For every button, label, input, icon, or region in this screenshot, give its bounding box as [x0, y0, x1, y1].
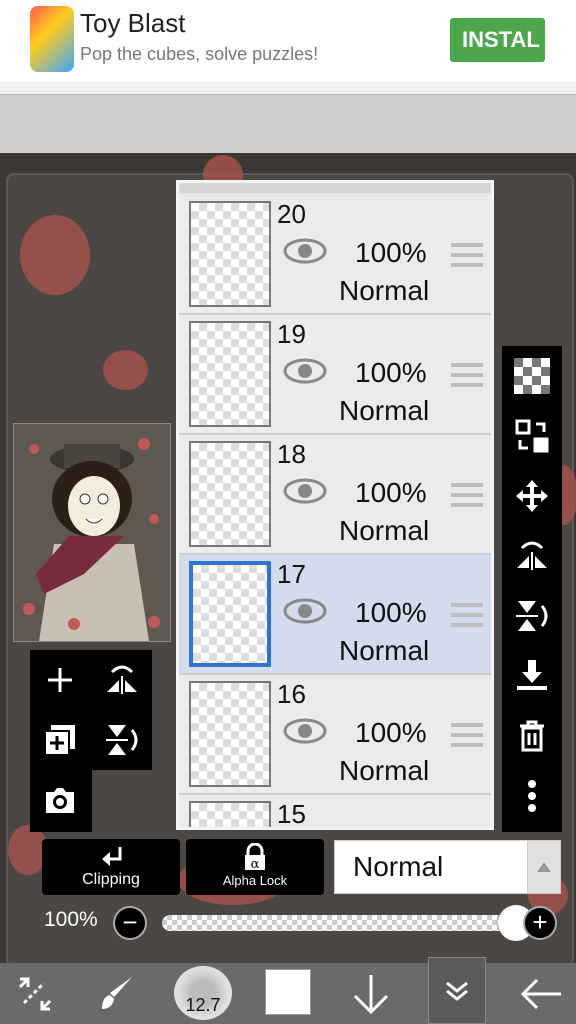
layer-thumbnail[interactable]: [189, 561, 271, 667]
layers-panel[interactable]: 20 100% Normal 19 100% Normal 18 100% No…: [176, 180, 494, 830]
flip-icon[interactable]: [92, 650, 152, 710]
decor-figure: [20, 215, 90, 295]
layer-row[interactable]: 15: [179, 795, 491, 829]
flip-vertical-icon[interactable]: [502, 586, 562, 646]
preview-drawing: [14, 424, 170, 641]
layer-blend-mode: Normal: [339, 275, 430, 306]
alpha-lock-button[interactable]: α Alpha Lock: [186, 839, 324, 895]
layer-number: 15: [277, 799, 306, 829]
decor-figure: [103, 350, 148, 390]
drag-handle-icon[interactable]: [451, 243, 483, 267]
back-icon[interactable]: [508, 963, 574, 1024]
visibility-eye-icon[interactable]: [283, 597, 327, 625]
layer-row[interactable]: 20 100% Normal: [179, 195, 491, 315]
color-swatch[interactable]: [265, 969, 311, 1015]
layer-thumbnail[interactable]: [189, 801, 271, 827]
svg-text:α: α: [251, 857, 260, 871]
layer-thumbnail[interactable]: [189, 441, 271, 547]
clipping-label: Clipping: [82, 871, 140, 888]
drag-handle-icon[interactable]: [451, 723, 483, 747]
collapse-button[interactable]: [428, 957, 486, 1024]
layer-swap-icon[interactable]: [502, 406, 562, 466]
clipping-arrow-icon: [102, 847, 122, 866]
canvas-preview[interactable]: [13, 423, 171, 642]
add-layer-icon[interactable]: [30, 650, 90, 710]
visibility-eye-icon[interactable]: [283, 717, 327, 745]
move-icon[interactable]: [502, 466, 562, 526]
clipping-button[interactable]: Clipping: [42, 839, 180, 895]
opacity-slider[interactable]: [162, 905, 534, 941]
app-icon[interactable]: [30, 6, 74, 72]
blend-mode-dropdown-button[interactable]: [527, 840, 561, 894]
ad-subtitle: Pop the cubes, solve puzzles!: [80, 44, 319, 64]
left-toolbar: [30, 650, 152, 770]
right-toolbar: [502, 346, 562, 832]
ad-title: Toy Blast: [80, 8, 186, 38]
trash-icon[interactable]: [502, 706, 562, 766]
layer-row-selected[interactable]: 17 100% Normal: [179, 555, 491, 675]
flip-vertical-icon[interactable]: [92, 710, 152, 770]
layer-thumbnail[interactable]: [189, 681, 271, 787]
merge-down-icon[interactable]: [502, 646, 562, 706]
download-icon[interactable]: [332, 963, 410, 1024]
visibility-eye-icon[interactable]: [283, 237, 327, 265]
chevron-up-icon: [537, 862, 551, 872]
brush-icon[interactable]: [90, 963, 144, 1024]
more-icon[interactable]: [502, 766, 562, 826]
layer-thumbnail[interactable]: [189, 321, 271, 427]
install-button[interactable]: INSTAL: [450, 18, 545, 62]
layer-thumbnail[interactable]: [189, 201, 271, 307]
layer-opacity: 100%: [355, 717, 427, 748]
layer-partial: [179, 183, 491, 193]
layer-row[interactable]: 19 100% Normal: [179, 315, 491, 435]
layer-row[interactable]: 18 100% Normal: [179, 435, 491, 555]
layer-opacity: 100%: [355, 597, 427, 628]
layer-number: 16: [277, 679, 306, 709]
layer-row[interactable]: 16 100% Normal: [179, 675, 491, 795]
transform-icon[interactable]: [8, 963, 62, 1024]
layer-blend-mode: Normal: [339, 395, 430, 426]
layer-opacity: 100%: [355, 477, 427, 508]
opacity-increase-button[interactable]: +: [523, 906, 557, 940]
layer-number: 20: [277, 199, 306, 229]
layer-opacity: 100%: [355, 357, 427, 388]
drag-handle-icon[interactable]: [451, 483, 483, 507]
duplicate-layer-icon[interactable]: [30, 710, 90, 770]
double-chevron-down-icon: [446, 981, 468, 1001]
layer-blend-mode: Normal: [339, 755, 430, 786]
layer-number: 18: [277, 439, 306, 469]
brush-size-button[interactable]: 12.7: [174, 966, 232, 1020]
drag-handle-icon[interactable]: [451, 363, 483, 387]
visibility-eye-icon[interactable]: [283, 477, 327, 505]
opacity-decrease-button[interactable]: −: [113, 906, 147, 940]
brush-size-value: 12.7: [185, 995, 221, 1015]
layer-blend-mode: Normal: [339, 635, 430, 666]
camera-icon[interactable]: [30, 770, 90, 830]
transparency-icon[interactable]: [502, 346, 562, 406]
divider: [0, 82, 576, 94]
drag-handle-icon[interactable]: [451, 603, 483, 627]
layer-opacity: 100%: [355, 237, 427, 268]
layer-blend-mode: Normal: [339, 515, 430, 546]
flip-horizontal-icon[interactable]: [502, 526, 562, 586]
top-toolbar: [0, 94, 576, 153]
lock-icon: α: [245, 843, 265, 871]
blend-mode-select[interactable]: Normal: [334, 840, 528, 894]
layer-number: 17: [277, 559, 306, 589]
visibility-eye-icon[interactable]: [283, 357, 327, 385]
ad-banner[interactable]: Toy Blast Pop the cubes, solve puzzles! …: [0, 0, 576, 82]
layer-number: 19: [277, 319, 306, 349]
alpha-lock-label: Alpha Lock: [222, 873, 288, 888]
left-toolbar-camera: [30, 770, 92, 832]
opacity-value: 100%: [44, 908, 98, 931]
